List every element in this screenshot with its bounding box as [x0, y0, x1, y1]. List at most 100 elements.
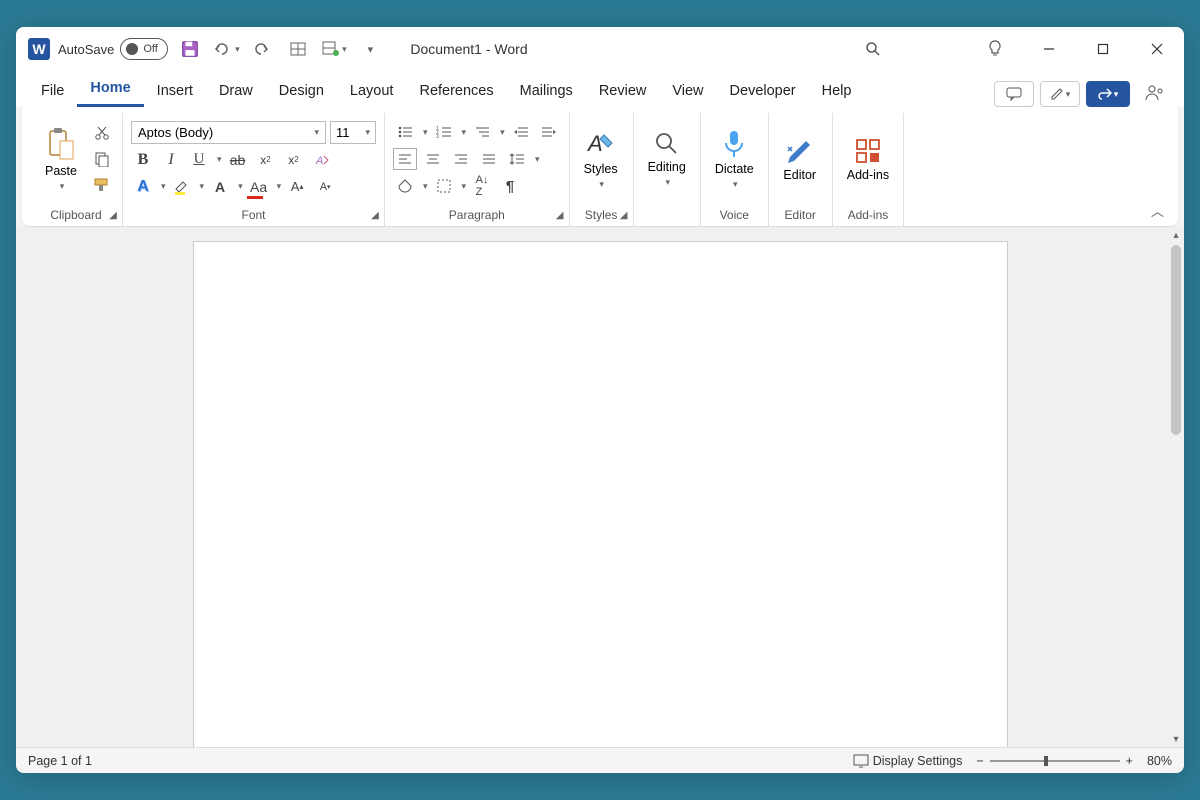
clipboard-launcher-icon[interactable]: ◢	[106, 208, 120, 222]
strikethrough-button[interactable]: ab	[226, 149, 250, 171]
superscript-button[interactable]: x2	[282, 149, 306, 171]
paragraph-launcher-icon[interactable]: ◢	[553, 208, 567, 222]
cut-button[interactable]	[90, 122, 114, 144]
qat-table-icon[interactable]: ▾	[320, 35, 348, 63]
zoom-out-button[interactable]: −	[976, 754, 983, 768]
editing-button[interactable]: Editing▾	[642, 129, 692, 190]
shrink-font-button[interactable]: A▾	[313, 176, 337, 198]
grow-font-button[interactable]: A▴	[285, 176, 309, 198]
tab-references[interactable]: References	[406, 77, 506, 107]
tab-view[interactable]: View	[659, 77, 716, 107]
qat-customize-button[interactable]: ▾	[356, 35, 384, 63]
styles-label: Styles	[584, 162, 618, 176]
vertical-scrollbar[interactable]: ▴ ▾	[1168, 227, 1184, 747]
addins-label: Add-ins	[847, 168, 889, 182]
font-color-button[interactable]: A	[208, 176, 232, 198]
tips-icon[interactable]	[972, 27, 1018, 71]
underline-button[interactable]: U	[187, 149, 211, 171]
editor-button[interactable]: Editor	[777, 135, 823, 184]
justify-button[interactable]	[477, 148, 501, 170]
multilevel-list-button[interactable]	[470, 121, 494, 143]
save-button[interactable]	[176, 35, 204, 63]
numbering-button[interactable]: 123	[432, 121, 456, 143]
close-button[interactable]	[1134, 27, 1180, 71]
tab-layout[interactable]: Layout	[337, 77, 407, 107]
tab-design[interactable]: Design	[266, 77, 337, 107]
copy-button[interactable]	[90, 148, 114, 170]
redo-button[interactable]	[248, 35, 276, 63]
tab-insert[interactable]: Insert	[144, 77, 206, 107]
tab-draw[interactable]: Draw	[206, 77, 266, 107]
search-button[interactable]	[850, 27, 896, 71]
undo-button[interactable]: ▾	[212, 35, 240, 63]
document-page[interactable]	[193, 241, 1008, 747]
clear-formatting-button[interactable]: A	[310, 149, 334, 171]
styles-launcher-icon[interactable]: ◢	[617, 208, 631, 222]
tab-review[interactable]: Review	[586, 77, 660, 107]
tab-home[interactable]: Home	[77, 74, 143, 107]
line-spacing-button[interactable]	[505, 148, 529, 170]
format-painter-button[interactable]	[90, 174, 114, 196]
zoom-level[interactable]: 80%	[1147, 754, 1172, 768]
highlight-button[interactable]	[170, 176, 194, 198]
document-area: ▴ ▾	[16, 227, 1184, 747]
minimize-button[interactable]	[1026, 27, 1072, 71]
group-voice: Dictate▾ Voice	[701, 113, 769, 226]
tab-developer[interactable]: Developer	[717, 77, 809, 107]
paste-label: Paste	[45, 164, 77, 178]
share-button[interactable]: ▾	[1086, 81, 1130, 107]
app-window: W AutoSave Off ▾ ▾ ▾ Document1 - Word	[16, 27, 1184, 773]
align-right-button[interactable]	[449, 148, 473, 170]
autosave-toggle[interactable]: AutoSave Off	[58, 38, 168, 60]
qat-grid-icon[interactable]	[284, 35, 312, 63]
page-count[interactable]: Page 1 of 1	[28, 754, 92, 768]
show-marks-button[interactable]: ¶	[498, 175, 522, 197]
account-icon[interactable]	[1138, 79, 1172, 107]
autosave-state: Off	[143, 43, 157, 55]
decrease-indent-button[interactable]	[509, 121, 533, 143]
tab-mailings[interactable]: Mailings	[507, 77, 586, 107]
editor-group-label: Editor	[777, 205, 824, 226]
increase-indent-button[interactable]	[537, 121, 561, 143]
italic-button[interactable]: I	[159, 149, 183, 171]
sort-button[interactable]: A↓Z	[470, 175, 494, 197]
svg-text:A: A	[315, 155, 323, 167]
paste-button[interactable]: Paste ▾	[38, 125, 84, 194]
comments-button[interactable]	[994, 81, 1034, 107]
scroll-up-icon[interactable]: ▴	[1168, 227, 1184, 243]
borders-button[interactable]	[432, 175, 456, 197]
scroll-thumb[interactable]	[1171, 245, 1181, 435]
font-name-select[interactable]: Aptos (Body)▾	[131, 121, 326, 144]
display-settings-button[interactable]: Display Settings	[873, 754, 963, 768]
display-settings-icon[interactable]	[853, 754, 869, 768]
bullets-button[interactable]	[393, 121, 417, 143]
font-size-select[interactable]: 11▾	[330, 121, 376, 144]
clipboard-group-label: Clipboard	[38, 205, 114, 226]
maximize-button[interactable]	[1080, 27, 1126, 71]
group-clipboard: Paste ▾ Clipboard ◢	[30, 113, 123, 226]
collapse-ribbon-button[interactable]: ︿	[1151, 201, 1164, 220]
align-center-button[interactable]	[421, 148, 445, 170]
toggle-knob-icon	[126, 43, 138, 55]
ribbon: Paste ▾ Clipboard ◢ Aptos (Body)▾ 11▾	[22, 107, 1178, 227]
statusbar: Page 1 of 1 Display Settings − + 80%	[16, 747, 1184, 773]
dictate-button[interactable]: Dictate▾	[709, 127, 760, 192]
addins-button[interactable]: Add-ins	[841, 135, 895, 184]
svg-text:A: A	[586, 131, 603, 156]
styles-button[interactable]: A Styles▾	[578, 127, 624, 192]
shading-button[interactable]	[393, 175, 417, 197]
zoom-slider[interactable]	[990, 760, 1120, 762]
zoom-in-button[interactable]: +	[1126, 754, 1133, 768]
scroll-down-icon[interactable]: ▾	[1168, 731, 1184, 747]
subscript-button[interactable]: x2	[254, 149, 278, 171]
autosave-pill[interactable]: Off	[120, 38, 168, 60]
group-paragraph: ▾ 123▾ ▾ ▾ ▾ ▾	[385, 113, 570, 226]
change-case-button[interactable]: Aa	[247, 176, 271, 198]
font-launcher-icon[interactable]: ◢	[368, 208, 382, 222]
editing-mode-button[interactable]: ▾	[1040, 81, 1080, 107]
tab-help[interactable]: Help	[809, 77, 865, 107]
tab-file[interactable]: File	[28, 77, 77, 107]
text-effects-button[interactable]: A	[131, 176, 155, 198]
bold-button[interactable]: B	[131, 149, 155, 171]
align-left-button[interactable]	[393, 148, 417, 170]
